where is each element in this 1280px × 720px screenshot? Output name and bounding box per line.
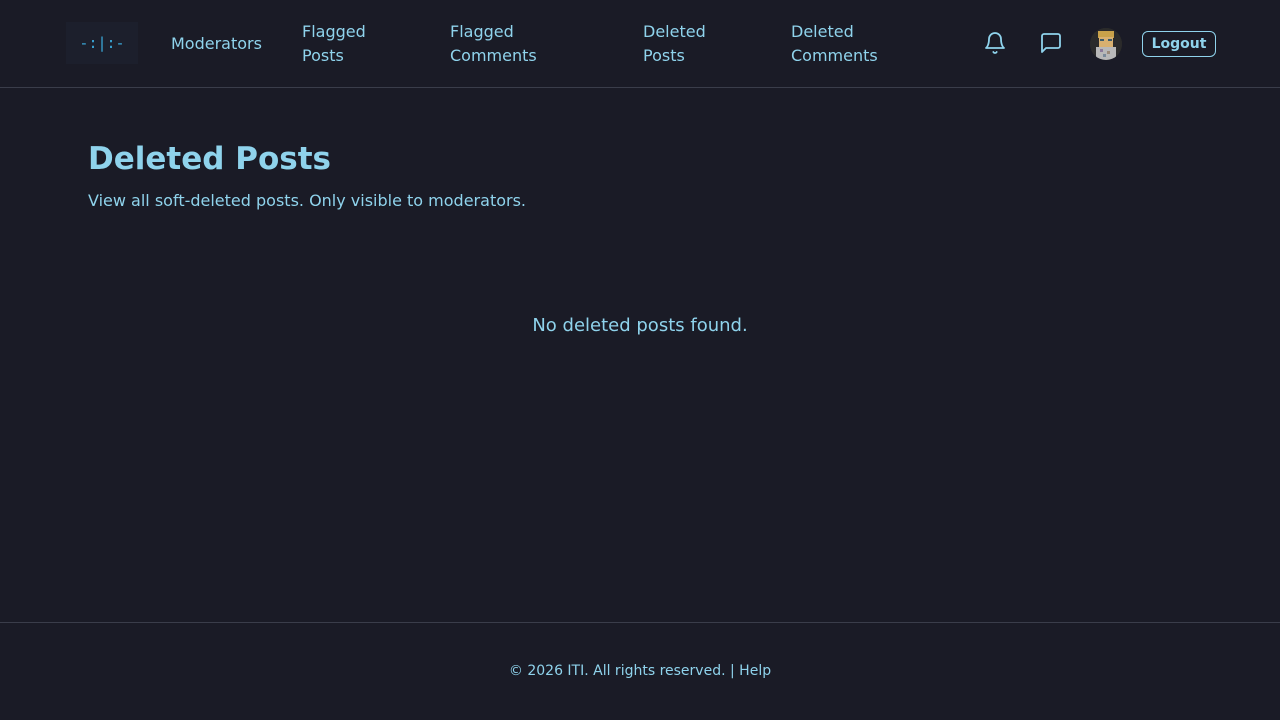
page: -:|:- Moderators Flagged Posts Flagged C… [0,0,1280,720]
help-link[interactable]: Help [739,663,771,679]
footer-separator: | [725,663,740,679]
logout-button[interactable]: Logout [1142,31,1216,57]
page-title: Deleted Posts [88,141,331,177]
footer: © 2026 ITI. All rights reserved. | Help [0,622,1280,720]
footer-text: © 2026 ITI. All rights reserved. | Help [0,661,1280,681]
app-logo[interactable]: -:|:- [66,22,138,64]
nav-link-moderators[interactable]: Moderators [171,32,271,56]
chat-icon [1041,33,1061,53]
nav-link-deleted-comments[interactable]: Deleted Comments [791,20,901,68]
messages-button[interactable] [1038,30,1064,56]
bell-icon [985,32,1005,54]
user-avatar[interactable] [1090,28,1122,60]
empty-state-message: No deleted posts found. [532,315,748,336]
avatar-image [1090,28,1122,60]
top-nav-bar: -:|:- Moderators Flagged Posts Flagged C… [0,0,1280,88]
copyright-text: © 2026 ITI. All rights reserved. [508,663,726,679]
notifications-button[interactable] [982,30,1008,56]
nav-link-flagged-posts[interactable]: Flagged Posts [302,20,402,68]
nav-link-flagged-comments[interactable]: Flagged Comments [450,20,560,68]
page-subtitle: View all soft-deleted posts. Only visibl… [88,191,526,210]
nav-link-deleted-posts[interactable]: Deleted Posts [643,20,743,68]
